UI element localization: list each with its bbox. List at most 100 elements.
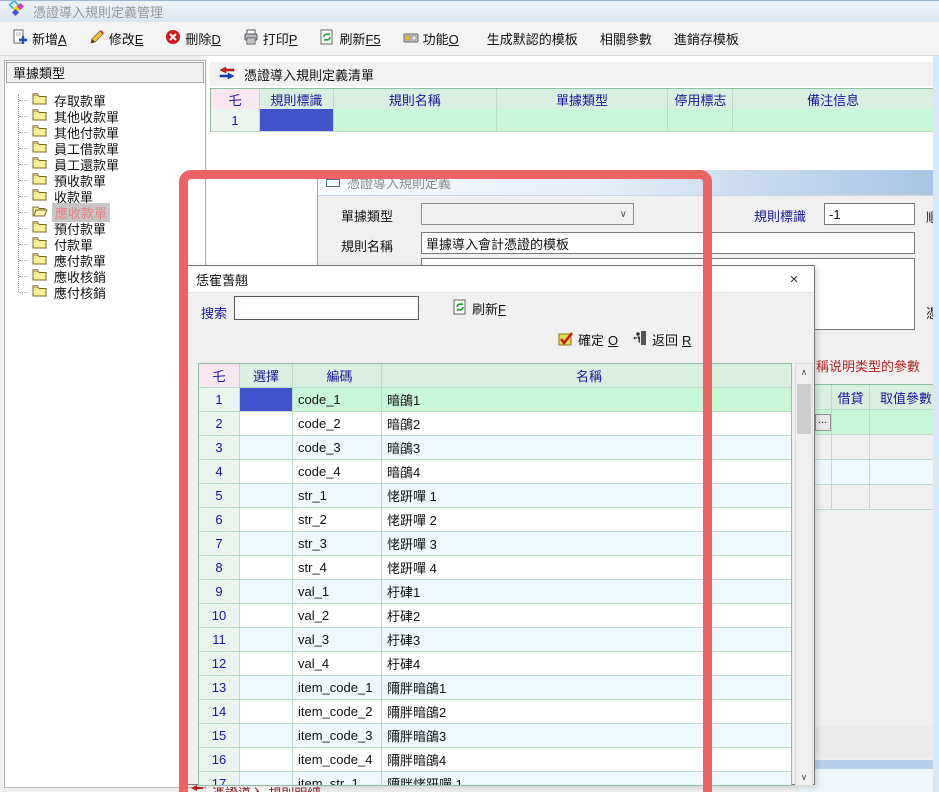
select-cell[interactable] xyxy=(240,556,293,580)
picker-row[interactable]: 12 val_4 杅硉4 xyxy=(199,652,791,676)
select-cell[interactable] xyxy=(240,436,293,460)
doc-type-combobox[interactable]: ∨ xyxy=(421,203,634,225)
tree-item[interactable]: 應付核銷 xyxy=(11,284,205,300)
picker-row[interactable]: 9 val_1 杅硉1 xyxy=(199,580,791,604)
scroll-up-icon[interactable]: ∧ xyxy=(796,364,812,380)
picker-title: 恁寉萅翹 xyxy=(196,270,784,289)
picker-refresh-button[interactable]: 刷新F xyxy=(452,299,506,318)
picker-row[interactable]: 6 str_2 恅趼嘽 2 xyxy=(199,508,791,532)
name-cell: 隬胖暗鵮1 xyxy=(382,676,791,700)
picker-row[interactable]: 7 str_3 恅趼嘽 3 xyxy=(199,532,791,556)
rule-id-input[interactable]: -1 xyxy=(824,203,915,225)
column-header-debit-credit[interactable]: 借貸 xyxy=(832,385,870,410)
picker-row[interactable]: 3 code_3 暗鵮3 xyxy=(199,436,791,460)
add-button[interactable]: 新增A xyxy=(8,26,71,51)
select-cell[interactable] xyxy=(240,676,293,700)
select-cell[interactable] xyxy=(240,388,293,412)
row-number: 1 xyxy=(199,388,240,412)
params-grid-row[interactable] xyxy=(814,460,939,485)
code-cell: item_code_4 xyxy=(293,748,382,772)
select-cell[interactable] xyxy=(240,484,293,508)
code-cell: val_4 xyxy=(293,652,382,676)
picker-row[interactable]: 4 code_4 暗鵮4 xyxy=(199,460,791,484)
scroll-down-icon[interactable]: ∨ xyxy=(796,769,812,785)
select-cell[interactable] xyxy=(240,628,293,652)
row-number: 13 xyxy=(199,676,240,700)
picker-scrollbar[interactable]: ∧ ∨ xyxy=(795,363,813,786)
picker-row[interactable]: 14 item_code_2 隬胖暗鵮2 xyxy=(199,700,791,724)
select-cell[interactable] xyxy=(240,604,293,628)
folder-closed-icon xyxy=(32,172,47,188)
generate-default-template-button[interactable]: 生成默認的模板 xyxy=(483,26,582,51)
related-params-button[interactable]: 相關參數 xyxy=(596,26,656,51)
code-cell: val_1 xyxy=(293,580,382,604)
select-cell[interactable] xyxy=(240,460,293,484)
inventory-template-button[interactable]: 進銷存模板 xyxy=(670,26,743,51)
rule-name-input[interactable]: 單據導入會計憑證的模板 xyxy=(421,232,915,254)
tree-item[interactable]: 預收款單 xyxy=(11,172,205,188)
search-input[interactable] xyxy=(234,296,419,320)
doc-type-tree: 存取款單 其他收款單 其他付款單 員工借款單 xyxy=(5,84,205,300)
print-button[interactable]: 打印P xyxy=(239,26,302,51)
name-cell: 隬胖暗鵮3 xyxy=(382,724,791,748)
picker-row[interactable]: 17 item_str_1 隬胖恅趼嘽 1 xyxy=(199,772,791,786)
column-header-memo[interactable]: 備注信息 xyxy=(733,89,933,110)
function-button[interactable]: 功能O xyxy=(399,26,463,51)
picker-row[interactable]: 10 val_2 杅硉2 xyxy=(199,604,791,628)
refresh-button[interactable]: 刷新F5 xyxy=(315,26,384,51)
picker-table-body: 1 code_1 暗鵮1 2 code_2 暗鵮2 3 xyxy=(199,388,791,786)
main-toolbar: 新增A 修改E 刪除D 打印P 刷新F5 功能O 生成默認的模板 相關參數 進銷… xyxy=(0,22,939,56)
refresh-icon xyxy=(319,29,335,48)
picker-row[interactable]: 13 item_code_1 隬胖暗鵮1 xyxy=(199,676,791,700)
picker-row[interactable]: 2 code_2 暗鵮2 xyxy=(199,412,791,436)
column-header-code[interactable]: 編碼 xyxy=(293,364,382,388)
row-number: 10 xyxy=(199,604,240,628)
tree-item[interactable]: 預付款單 xyxy=(11,220,205,236)
folder-closed-icon xyxy=(32,252,47,268)
select-cell[interactable] xyxy=(240,532,293,556)
select-cell[interactable] xyxy=(240,508,293,532)
column-header-seq[interactable]: 乇 xyxy=(199,364,240,388)
scrollbar-thumb[interactable] xyxy=(797,384,811,434)
folder-closed-icon xyxy=(32,140,47,156)
close-icon[interactable]: × xyxy=(784,271,804,288)
picker-titlebar: 恁寉萅翹 × xyxy=(186,266,814,293)
column-header-seq[interactable]: 乇 xyxy=(211,89,260,110)
picker-row[interactable]: 15 item_code_3 隬胖暗鵮3 xyxy=(199,724,791,748)
column-header-value-param[interactable]: 取值參數 xyxy=(870,385,939,410)
picker-row[interactable]: 1 code_1 暗鵮1 xyxy=(199,388,791,412)
select-cell[interactable] xyxy=(240,580,293,604)
select-cell[interactable] xyxy=(240,412,293,436)
column-header-name[interactable]: 名稱 xyxy=(382,364,791,388)
params-grid-row[interactable]: ... xyxy=(814,410,939,435)
main-list-caption: 憑證導入規則定義清單 xyxy=(210,62,933,86)
picker-row[interactable]: 16 item_code_4 隬胖暗鵮4 xyxy=(199,748,791,772)
params-grid: 借貸 取值參數 ... xyxy=(813,384,939,510)
column-header-doc-type[interactable]: 單據類型 xyxy=(497,89,669,110)
select-cell[interactable] xyxy=(240,748,293,772)
select-cell[interactable] xyxy=(240,724,293,748)
column-header-rule-name[interactable]: 規則名稱 xyxy=(334,89,497,110)
select-cell[interactable] xyxy=(240,772,293,786)
picker-row[interactable]: 11 val_3 杅硉3 xyxy=(199,628,791,652)
params-grid-row[interactable] xyxy=(814,485,939,510)
name-cell: 隬胖暗鵮2 xyxy=(382,700,791,724)
row-number: 14 xyxy=(199,700,240,724)
column-header-disabled-flag[interactable]: 停用標志 xyxy=(668,89,733,110)
picker-row[interactable]: 5 str_1 恅趼嘽 1 xyxy=(199,484,791,508)
picker-row[interactable]: 8 str_4 恅趼嘽 4 xyxy=(199,556,791,580)
selected-cell[interactable] xyxy=(260,109,334,132)
select-cell[interactable] xyxy=(240,700,293,724)
delete-button[interactable]: 刪除D xyxy=(161,26,224,51)
main-list-row[interactable]: 1 xyxy=(210,109,933,132)
back-button[interactable]: 返回R xyxy=(633,330,691,349)
select-cell[interactable] xyxy=(240,652,293,676)
row-number: 16 xyxy=(199,748,240,772)
ok-button[interactable]: 確定O xyxy=(558,330,618,349)
row-number: 6 xyxy=(199,508,240,532)
column-header-rule-id[interactable]: 規則標識 xyxy=(260,89,334,110)
ellipsis-button[interactable]: ... xyxy=(815,414,831,431)
params-grid-row[interactable] xyxy=(814,435,939,460)
edit-button[interactable]: 修改E xyxy=(85,26,148,51)
column-header-select[interactable]: 選擇 xyxy=(240,364,293,388)
